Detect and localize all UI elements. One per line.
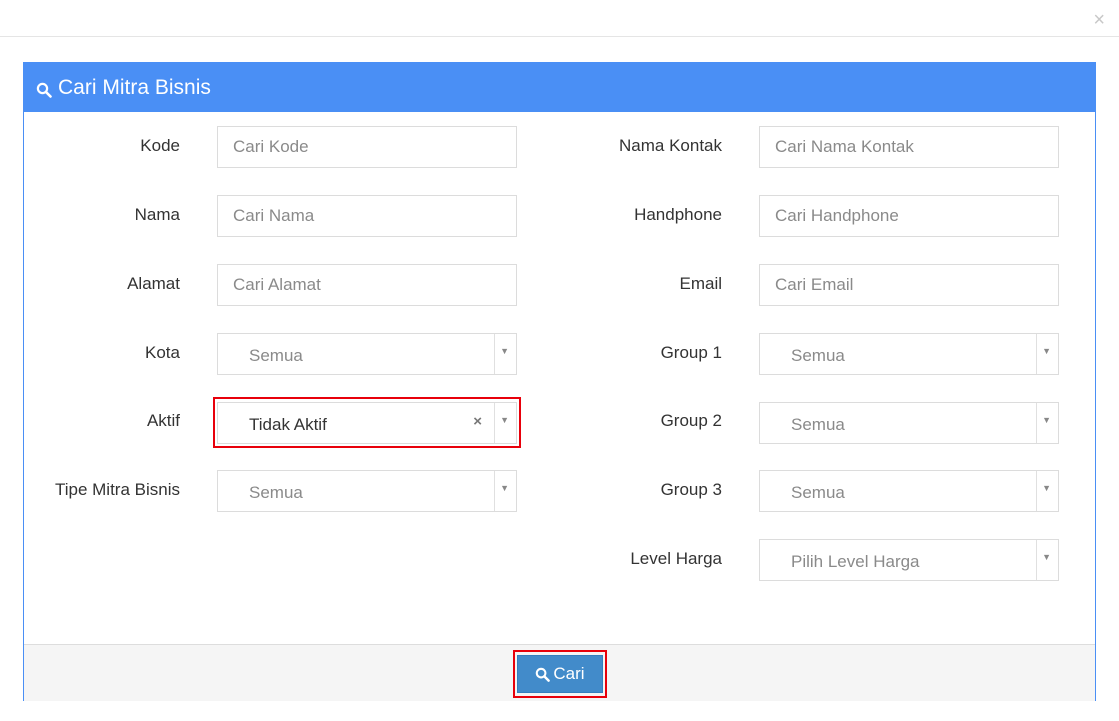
panel-heading: Cari Mitra Bisnis	[24, 63, 1095, 112]
alamat-input[interactable]	[217, 264, 517, 306]
kota-select-value: Semua	[249, 346, 303, 365]
search-icon	[536, 667, 551, 682]
chevron-down-icon: ▼	[500, 346, 509, 356]
group-1-label: Group 1	[660, 343, 722, 362]
email-label: Email	[679, 274, 722, 293]
nama-label: Nama	[134, 205, 180, 224]
kode-input[interactable]	[217, 126, 517, 168]
group-3-label: Group 3	[660, 480, 722, 499]
group-2-select-value: Semua	[791, 415, 845, 434]
nama-kontak-label: Nama Kontak	[619, 136, 722, 155]
group-2-label: Group 2	[660, 411, 722, 430]
level-harga-select[interactable]: Pilih Level Harga ▼	[759, 539, 1059, 581]
tipe-mitra-bisnis-select-value: Semua	[249, 483, 303, 502]
group-1-select[interactable]: Semua ▼	[759, 333, 1059, 375]
kode-label: Kode	[140, 136, 180, 155]
chevron-down-icon: ▼	[1042, 552, 1051, 562]
level-harga-label: Level Harga	[630, 549, 722, 568]
handphone-input[interactable]	[759, 195, 1059, 237]
group-1-select-value: Semua	[791, 346, 845, 365]
search-button[interactable]: Cari	[517, 655, 603, 693]
chevron-down-icon: ▼	[1042, 346, 1051, 356]
kota-label: Kota	[145, 343, 180, 362]
kota-select[interactable]: Semua ▼	[217, 333, 517, 375]
search-icon	[36, 82, 52, 98]
aktif-label: Aktif	[146, 411, 180, 430]
chevron-down-icon: ▼	[500, 483, 509, 493]
chevron-down-icon: ▼	[1042, 415, 1051, 425]
chevron-down-icon: ▼	[1042, 483, 1051, 493]
handphone-label: Handphone	[634, 205, 722, 224]
panel-footer: Cari	[24, 644, 1095, 701]
group-3-select[interactable]: Semua ▼	[759, 470, 1059, 512]
email-input[interactable]	[759, 264, 1059, 306]
modal-header: ×	[0, 0, 1119, 37]
group-3-select-value: Semua	[791, 483, 845, 502]
search-button-label: Cari	[553, 664, 585, 683]
search-partner-panel: Cari Mitra Bisnis Kode Nama Alamat Kota …	[23, 62, 1096, 701]
aktif-highlight-box	[213, 397, 521, 448]
group-2-select[interactable]: Semua ▼	[759, 402, 1059, 444]
close-icon[interactable]: ×	[1093, 10, 1105, 30]
level-harga-select-value: Pilih Level Harga	[791, 552, 920, 571]
tipe-mitra-bisnis-select[interactable]: Semua ▼	[217, 470, 517, 512]
panel-title: Cari Mitra Bisnis	[58, 75, 211, 99]
nama-input[interactable]	[217, 195, 517, 237]
alamat-label: Alamat	[127, 274, 180, 293]
tipe-mitra-bisnis-label: Tipe Mitra Bisnis	[54, 480, 180, 499]
nama-kontak-input[interactable]	[759, 126, 1059, 168]
